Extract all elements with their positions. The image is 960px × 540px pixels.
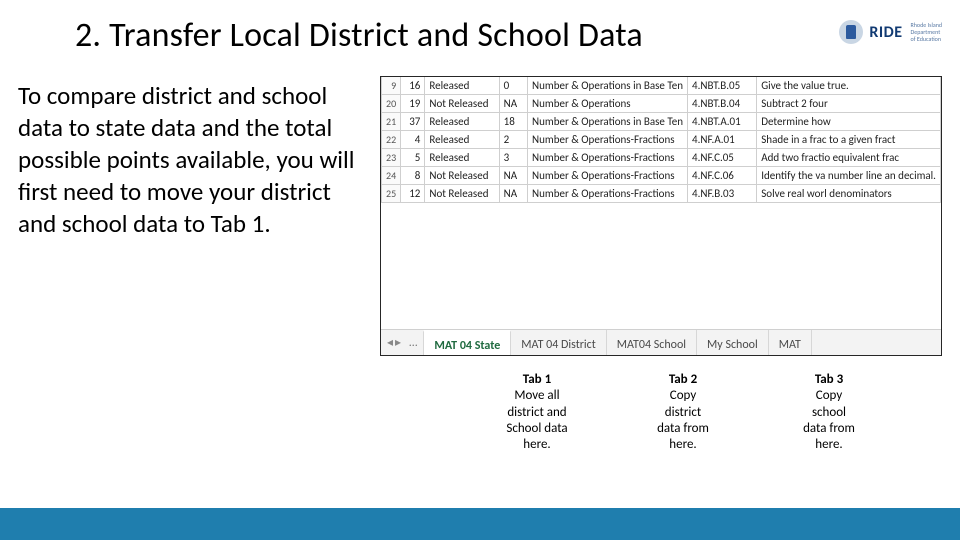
tab-school[interactable]: MAT04 School xyxy=(607,330,697,355)
table-row: 23 5 Released 3 Number & Operations-Frac… xyxy=(382,149,941,167)
callout-label: Tab 3 Copy school data from here. xyxy=(803,372,855,453)
callout-label: Tab 2 Copy district data from here. xyxy=(657,372,709,453)
tab-state[interactable]: MAT 04 State xyxy=(423,330,511,355)
tabs-prev-icon[interactable]: ◂ xyxy=(387,335,393,350)
tabs-nav[interactable]: ◂ ▸ … xyxy=(381,330,423,355)
tabs-ellipsis[interactable]: … xyxy=(409,336,417,350)
ride-logo-badge xyxy=(839,20,863,44)
callout-label: Tab 1 Move all district and School data … xyxy=(506,372,567,453)
tab-district[interactable]: MAT 04 District xyxy=(511,330,606,355)
table-row: 21 37 Released 18 Number & Operations in… xyxy=(382,113,941,131)
table-row: 25 12 Not Released NA Number & Operation… xyxy=(382,185,941,203)
callout-tab2: Tab 2 Copy district data from here. xyxy=(624,370,742,453)
tab-my-school[interactable]: My School xyxy=(697,330,769,355)
callout-tab1: Tab 1 Move all district and School data … xyxy=(478,370,596,453)
slide: 2. Transfer Local District and School Da… xyxy=(0,0,960,540)
ride-logo-text: RIDE xyxy=(869,23,902,42)
table-row: 22 4 Released 2 Number & Operations-Frac… xyxy=(382,131,941,149)
callouts: Tab 1 Move all district and School data … xyxy=(478,370,888,453)
table-row: 20 19 Not Released NA Number & Operation… xyxy=(382,95,941,113)
ride-logo: RIDE Rhode Island Department of Educatio… xyxy=(839,20,942,44)
data-table: 9 16 Released 0 Number & Operations in B… xyxy=(381,77,941,203)
spreadsheet-preview: 9 16 Released 0 Number & Operations in B… xyxy=(380,76,942,356)
tabs-next-icon[interactable]: ▸ xyxy=(395,335,401,350)
table-row: 24 8 Not Released NA Number & Operations… xyxy=(382,167,941,185)
tab-mat[interactable]: MAT xyxy=(769,330,812,355)
body-paragraph: To compare district and school data to s… xyxy=(18,80,368,240)
sheet-tabs-bar: ◂ ▸ … MAT 04 State MAT 04 District MAT04… xyxy=(381,329,941,355)
slide-title: 2. Transfer Local District and School Da… xyxy=(75,15,643,56)
table-row: 9 16 Released 0 Number & Operations in B… xyxy=(382,77,941,95)
callout-tab3: Tab 3 Copy school data from here. xyxy=(770,370,888,453)
footer-bar xyxy=(0,508,960,540)
ride-logo-sub3: of Education xyxy=(911,36,942,43)
